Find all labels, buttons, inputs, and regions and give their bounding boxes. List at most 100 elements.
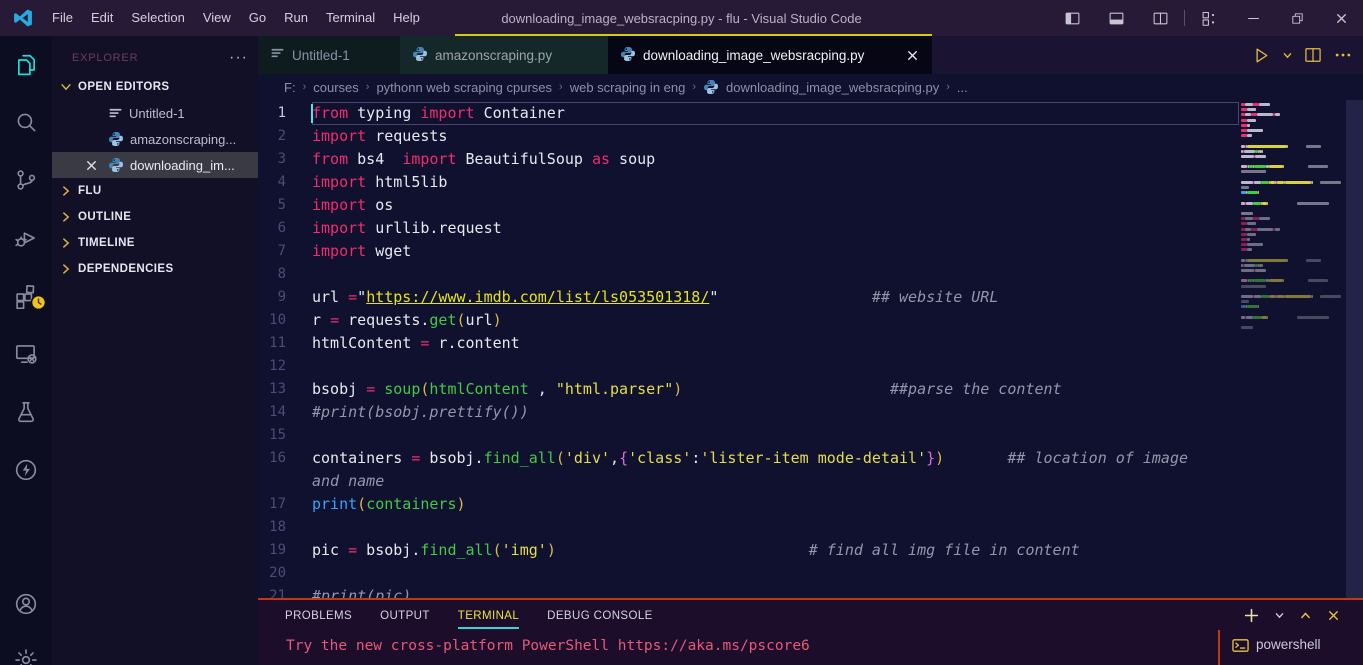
code-line[interactable]: 2import requests (258, 125, 1363, 148)
restore-icon[interactable] (1275, 0, 1319, 36)
code-line-content[interactable]: and name (312, 470, 1239, 493)
settings-icon[interactable] (11, 645, 41, 665)
code-line-content[interactable]: import os (312, 194, 1239, 217)
panel-tab-problems[interactable]: PROBLEMS (285, 604, 352, 626)
run-dropdown-icon[interactable] (1282, 50, 1293, 61)
run-icon[interactable] (1251, 45, 1272, 66)
breadcrumb-item[interactable]: courses (313, 80, 359, 95)
testing-icon[interactable] (11, 397, 41, 427)
code-line-content[interactable]: print(containers) (312, 493, 1239, 516)
code-line-content[interactable]: from typing import Container (312, 102, 1239, 125)
code-line-content[interactable]: #print(bsobj.prettify()) (312, 401, 1239, 424)
menu-run[interactable]: Run (275, 0, 317, 36)
accounts-icon[interactable] (11, 589, 41, 619)
breadcrumb-item[interactable]: web scraping in eng (570, 80, 686, 95)
code-line[interactable]: 6import urllib.request (258, 217, 1363, 240)
code-line-content[interactable]: containers = bsobj.find_all('div',{'clas… (312, 447, 1239, 470)
code-line[interactable]: 21#print(pic) (258, 585, 1363, 598)
code-line-content[interactable]: r = requests.get(url) (312, 309, 1239, 332)
code-line-content[interactable] (312, 424, 1239, 447)
code-line[interactable]: 19pic = bsobj.find_all('img') # find all… (258, 539, 1363, 562)
breadcrumb-item-file[interactable]: downloading_image_websracping.py (726, 80, 939, 95)
breadcrumb-item[interactable]: pythonn web scraping cpurses (376, 80, 552, 95)
code-editor[interactable]: 1from typing import Container2import req… (258, 100, 1363, 598)
code-line-content[interactable]: url ="https://www.imdb.com/list/ls053501… (312, 286, 1239, 309)
code-line[interactable]: 3from bs4 import BeautifulSoup as soup (258, 148, 1363, 171)
menu-selection[interactable]: Selection (122, 0, 193, 36)
menu-terminal[interactable]: Terminal (317, 0, 384, 36)
tab-amazonscraping-py[interactable]: amazonscraping.py (400, 36, 608, 74)
code-line[interactable]: 1from typing import Container (258, 102, 1363, 125)
layout-panel-icon[interactable] (1094, 0, 1138, 36)
code-line[interactable]: 7import wget (258, 240, 1363, 263)
code-line[interactable]: 5import os (258, 194, 1363, 217)
section-flu[interactable]: FLU (52, 178, 258, 204)
code-line-content[interactable]: import urllib.request (312, 217, 1239, 240)
code-line[interactable]: 17print(containers) (258, 493, 1363, 516)
code-line-content[interactable]: import requests (312, 125, 1239, 148)
close-icon[interactable] (80, 158, 102, 173)
code-line[interactable]: 13bsobj = soup(htmlContent , "html.parse… (258, 378, 1363, 401)
editor-scrollbar[interactable] (1346, 100, 1363, 598)
section-open-editors[interactable]: OPEN EDITORS (52, 74, 258, 100)
code-line-content[interactable] (312, 516, 1239, 539)
code-line-content[interactable]: pic = bsobj.find_all('img') # find all i… (312, 539, 1239, 562)
menu-file[interactable]: File (43, 0, 82, 36)
panel-tab-terminal[interactable]: TERMINAL (458, 604, 519, 626)
code-line[interactable]: 18 (258, 516, 1363, 539)
close-icon[interactable] (905, 48, 920, 63)
code-line[interactable]: 9url ="https://www.imdb.com/list/ls05350… (258, 286, 1363, 309)
menu-view[interactable]: View (194, 0, 240, 36)
code-line-content[interactable]: bsobj = soup(htmlContent , "html.parser"… (312, 378, 1239, 401)
source-control-icon[interactable] (11, 165, 41, 195)
code-line[interactable]: 14#print(bsobj.prettify()) (258, 401, 1363, 424)
breadcrumb-item-more[interactable]: ... (957, 80, 968, 95)
code-line[interactable]: 8 (258, 263, 1363, 286)
code-line[interactable]: 20 (258, 562, 1363, 585)
code-line-content[interactable]: htmlContent = r.content (312, 332, 1239, 355)
customize-layout-icon[interactable] (1187, 0, 1231, 36)
breadcrumb-item[interactable]: F: (284, 80, 296, 95)
code-line[interactable]: 16containers = bsobj.find_all('div',{'cl… (258, 447, 1363, 470)
code-line-content[interactable] (312, 562, 1239, 585)
open-editor-item[interactable]: downloading_im... (52, 152, 258, 178)
run-and-debug-icon[interactable] (11, 223, 41, 253)
more-actions-icon[interactable]: ··· (229, 53, 248, 63)
menu-go[interactable]: Go (240, 0, 275, 36)
code-line[interactable]: 12 (258, 355, 1363, 378)
code-line-content[interactable]: import html5lib (312, 171, 1239, 194)
thunder-client-icon[interactable] (11, 455, 41, 485)
panel-tab-debug-console[interactable]: DEBUG CONSOLE (547, 604, 653, 626)
section-dependencies[interactable]: DEPENDENCIES (52, 256, 258, 282)
code-line-content[interactable] (312, 263, 1239, 286)
open-editor-item[interactable]: Untitled-1 (52, 100, 258, 126)
panel-tab-output[interactable]: OUTPUT (380, 604, 430, 626)
split-editor-icon[interactable] (1303, 45, 1323, 65)
more-actions-icon[interactable] (1333, 45, 1353, 65)
minimize-icon[interactable] (1231, 0, 1275, 36)
explorer-icon[interactable] (11, 49, 41, 79)
open-editor-item[interactable]: amazonscraping... (52, 126, 258, 152)
code-line[interactable]: 15 (258, 424, 1363, 447)
layout-split-icon[interactable] (1138, 0, 1182, 36)
search-icon[interactable] (11, 107, 41, 137)
code-line-content[interactable]: #print(pic) (312, 585, 1239, 598)
minimap[interactable] (1241, 103, 1345, 331)
code-line-content[interactable]: from bs4 import BeautifulSoup as soup (312, 148, 1239, 171)
menu-edit[interactable]: Edit (82, 0, 122, 36)
close-icon[interactable] (1319, 0, 1363, 36)
remote-explorer-icon[interactable] (11, 339, 41, 369)
terminal-tab-powershell[interactable]: powershell (1218, 630, 1363, 665)
tab-untitled-1[interactable]: Untitled-1 (258, 36, 400, 74)
menu-help[interactable]: Help (384, 0, 429, 36)
code-line[interactable]: and name (258, 470, 1363, 493)
tab-downloading_image_websracping-py[interactable]: downloading_image_websracping.py (608, 36, 932, 74)
section-timeline[interactable]: TIMELINE (52, 230, 258, 256)
code-line[interactable]: 4import html5lib (258, 171, 1363, 194)
new-terminal-icon[interactable] (1243, 607, 1260, 624)
maximize-panel-icon[interactable] (1299, 609, 1312, 622)
layout-sidebar-icon[interactable] (1050, 0, 1094, 36)
code-line-content[interactable]: import wget (312, 240, 1239, 263)
code-line[interactable]: 11htmlContent = r.content (258, 332, 1363, 355)
code-line[interactable]: 10r = requests.get(url) (258, 309, 1363, 332)
